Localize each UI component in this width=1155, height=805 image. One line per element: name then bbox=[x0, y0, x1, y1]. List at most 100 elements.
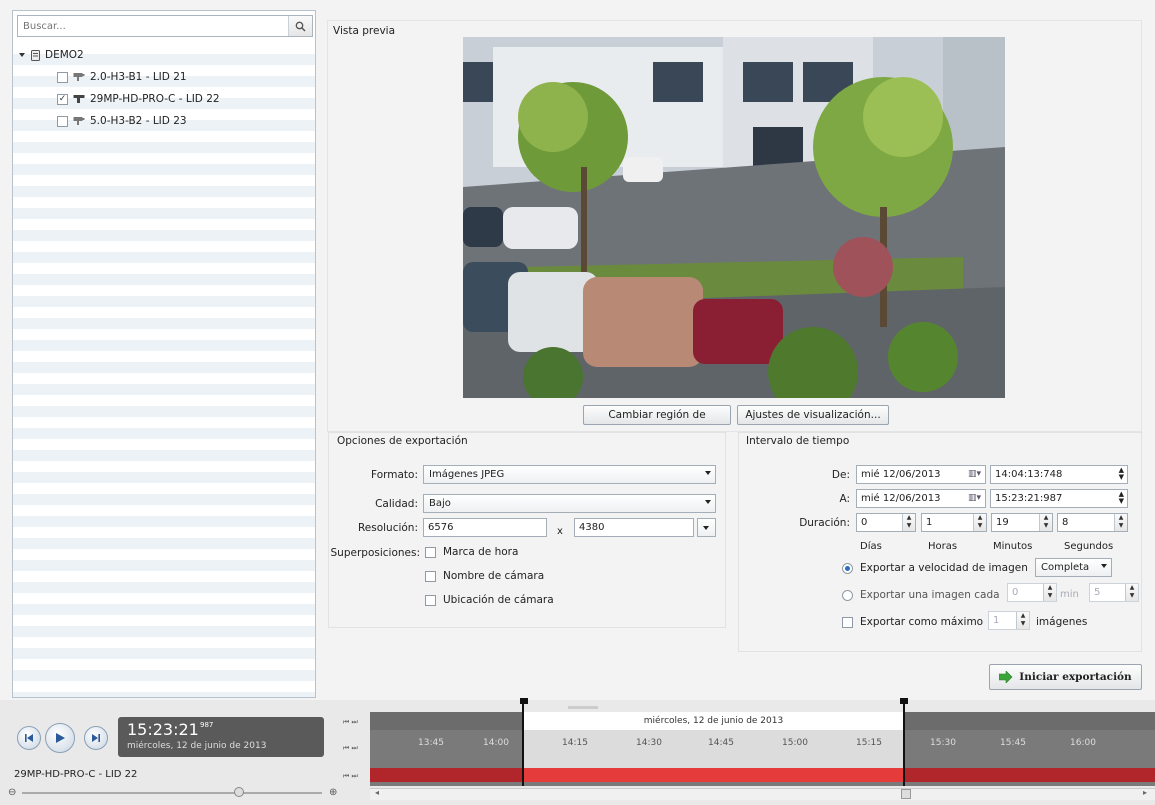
resolution-label: Resolución: bbox=[357, 522, 418, 534]
camera-checkbox[interactable] bbox=[57, 71, 68, 83]
overlay-camera-name-checkbox[interactable]: Nombre de cámara bbox=[425, 570, 544, 582]
zoom-in-icon[interactable]: ⊕ bbox=[329, 787, 337, 798]
to-time-input[interactable]: 15:23:21:987 ▲ ▼ bbox=[990, 489, 1128, 508]
timeline-scrollbar[interactable] bbox=[370, 788, 1155, 800]
export-max-checkbox[interactable]: Exportar como máximo bbox=[842, 616, 983, 628]
fast-forward-icon bbox=[92, 734, 100, 742]
every-min-spinner[interactable]: 0 ▲ ▼ bbox=[1007, 583, 1057, 602]
search-input[interactable] bbox=[18, 16, 288, 36]
spinner-icon[interactable]: ▲ ▼ bbox=[1039, 514, 1052, 531]
from-time-input[interactable]: 14:04:13:748 ▲ ▼ bbox=[990, 465, 1128, 484]
camera-checkbox[interactable]: ✓ bbox=[57, 93, 68, 105]
display-settings-button[interactable]: Ajustes de visualización... bbox=[737, 405, 889, 425]
tick-label: 13:45 bbox=[418, 738, 444, 748]
nav-first-icon[interactable]: ⏮ ⏭ bbox=[343, 744, 358, 753]
range-end-grip[interactable] bbox=[900, 698, 908, 704]
calendar-icon[interactable]: ▥▾ bbox=[968, 493, 981, 503]
timeline-date: miércoles, 12 de junio de 2013 bbox=[643, 716, 784, 726]
spinner-icon[interactable]: ▲ ▼ bbox=[1119, 491, 1124, 505]
scroll-left-icon[interactable]: ◂ bbox=[375, 788, 379, 797]
selection-range[interactable] bbox=[523, 730, 904, 768]
spinner-icon[interactable]: ▲ ▼ bbox=[902, 514, 915, 531]
range-start-handle[interactable] bbox=[522, 700, 524, 786]
from-date: mié 12/06/2013 bbox=[861, 469, 941, 480]
every-sec-spinner[interactable]: 5 ▲ ▼ bbox=[1089, 583, 1139, 602]
zoom-slider-handle[interactable] bbox=[234, 787, 244, 797]
calendar-icon[interactable]: ▥▾ bbox=[968, 469, 981, 479]
checkbox[interactable] bbox=[425, 546, 436, 558]
export-every-radio[interactable]: Exportar una imagen cada bbox=[842, 589, 1000, 601]
tick-label: 16:00 bbox=[1070, 738, 1096, 748]
expand-arrow-icon[interactable] bbox=[19, 53, 25, 57]
days-spinner[interactable]: 0 ▲ ▼ bbox=[856, 513, 916, 532]
resolution-dropdown[interactable] bbox=[697, 518, 716, 537]
zoom-out-icon[interactable]: ⊖ bbox=[8, 787, 16, 798]
seconds-value: 8 bbox=[1062, 517, 1069, 528]
rate-select[interactable]: Completa bbox=[1035, 558, 1112, 577]
step-back-button[interactable] bbox=[17, 726, 41, 750]
range-start-grip[interactable] bbox=[520, 698, 528, 704]
tree-root-row[interactable]: DEMO2 bbox=[19, 44, 84, 66]
camera-tree-panel: DEMO2 2.0-H3-B1 - LID 21 ✓ 29MP-HD-PRO-C… bbox=[12, 10, 316, 698]
scroll-thumb[interactable] bbox=[901, 789, 911, 799]
camera-icon bbox=[73, 73, 85, 81]
max-images-spinner[interactable]: 1 ▲ ▼ bbox=[988, 611, 1030, 630]
spinner-icon[interactable]: ▲ ▼ bbox=[1114, 514, 1127, 531]
search-button[interactable] bbox=[288, 16, 312, 36]
spinner-icon[interactable]: ▲ ▼ bbox=[1119, 467, 1124, 481]
radio[interactable] bbox=[842, 589, 853, 601]
hours-spinner[interactable]: 1 ▲ ▼ bbox=[921, 513, 987, 532]
minutes-spinner[interactable]: 19 ▲ ▼ bbox=[991, 513, 1053, 532]
days-value: 0 bbox=[861, 517, 868, 528]
spinner-icon[interactable]: ▲ ▼ bbox=[973, 514, 986, 531]
tick-label: 15:30 bbox=[930, 738, 956, 748]
spinner-icon[interactable]: ▲ ▼ bbox=[1125, 584, 1138, 601]
play-icon bbox=[56, 733, 65, 743]
from-date-picker[interactable]: mié 12/06/2013 ▥▾ bbox=[856, 465, 986, 484]
images-unit-label: imágenes bbox=[1036, 616, 1088, 628]
resolution-height-input[interactable]: 4380 bbox=[574, 518, 694, 537]
tree-item[interactable]: 5.0-H3-B2 - LID 23 bbox=[57, 110, 187, 132]
seconds-unit-label: Segundos bbox=[1064, 541, 1114, 552]
quality-select[interactable]: Bajo bbox=[423, 494, 716, 513]
radio[interactable] bbox=[842, 562, 853, 574]
tick-label: 15:15 bbox=[856, 738, 882, 748]
overlay-timestamp-checkbox[interactable]: Marca de hora bbox=[425, 546, 518, 558]
zoom-slider[interactable] bbox=[22, 792, 322, 794]
step-forward-button[interactable] bbox=[84, 726, 108, 750]
play-button[interactable] bbox=[45, 723, 75, 753]
change-region-button[interactable]: Cambiar región de bbox=[583, 405, 731, 425]
chevron-down-icon bbox=[705, 471, 711, 475]
camera-checkbox[interactable] bbox=[57, 115, 68, 127]
overlay-camera-location-checkbox[interactable]: Ubicación de cámara bbox=[425, 594, 554, 606]
export-every-label: Exportar una imagen cada bbox=[860, 589, 1000, 601]
checkbox[interactable] bbox=[425, 594, 436, 606]
format-select[interactable]: Imágenes JPEG bbox=[423, 465, 716, 484]
checkbox[interactable] bbox=[842, 616, 853, 628]
spinner-icon[interactable]: ▲ ▼ bbox=[1016, 612, 1029, 629]
resolution-width-input[interactable]: 6576 bbox=[423, 518, 547, 537]
current-time-ms: 987 bbox=[200, 721, 214, 729]
to-date-picker[interactable]: mié 12/06/2013 ▥▾ bbox=[856, 489, 986, 508]
chevron-down-icon bbox=[1101, 564, 1107, 568]
nav-first-icon[interactable]: ⏮ ⏭ bbox=[343, 718, 358, 727]
scroll-right-icon[interactable]: ▸ bbox=[1143, 788, 1147, 797]
range-end-handle[interactable] bbox=[903, 700, 905, 786]
to-time: 15:23:21:987 bbox=[995, 493, 1063, 504]
tick-label: 14:30 bbox=[636, 738, 662, 748]
checkbox[interactable] bbox=[425, 570, 436, 582]
drag-grip[interactable] bbox=[568, 706, 598, 709]
tree-item[interactable]: 2.0-H3-B1 - LID 21 bbox=[57, 66, 187, 88]
seconds-spinner[interactable]: 8 ▲ ▼ bbox=[1057, 513, 1128, 532]
spinner-icon[interactable]: ▲ ▼ bbox=[1043, 584, 1056, 601]
tree-item[interactable]: ✓ 29MP-HD-PRO-C - LID 22 bbox=[57, 88, 220, 110]
tick-label: 14:15 bbox=[562, 738, 588, 748]
camera-label: 29MP-HD-PRO-C - LID 22 bbox=[90, 93, 220, 105]
start-export-button[interactable]: Iniciar exportación bbox=[989, 664, 1142, 690]
preview-image bbox=[463, 37, 1005, 398]
nav-first-icon[interactable]: ⏮ ⏭ bbox=[343, 772, 358, 781]
export-rate-radio[interactable]: Exportar a velocidad de imagen bbox=[842, 562, 1028, 574]
camera-label: 2.0-H3-B1 - LID 21 bbox=[90, 71, 187, 83]
minutes-unit-label: Minutos bbox=[993, 541, 1033, 552]
hours-unit-label: Horas bbox=[928, 541, 958, 552]
